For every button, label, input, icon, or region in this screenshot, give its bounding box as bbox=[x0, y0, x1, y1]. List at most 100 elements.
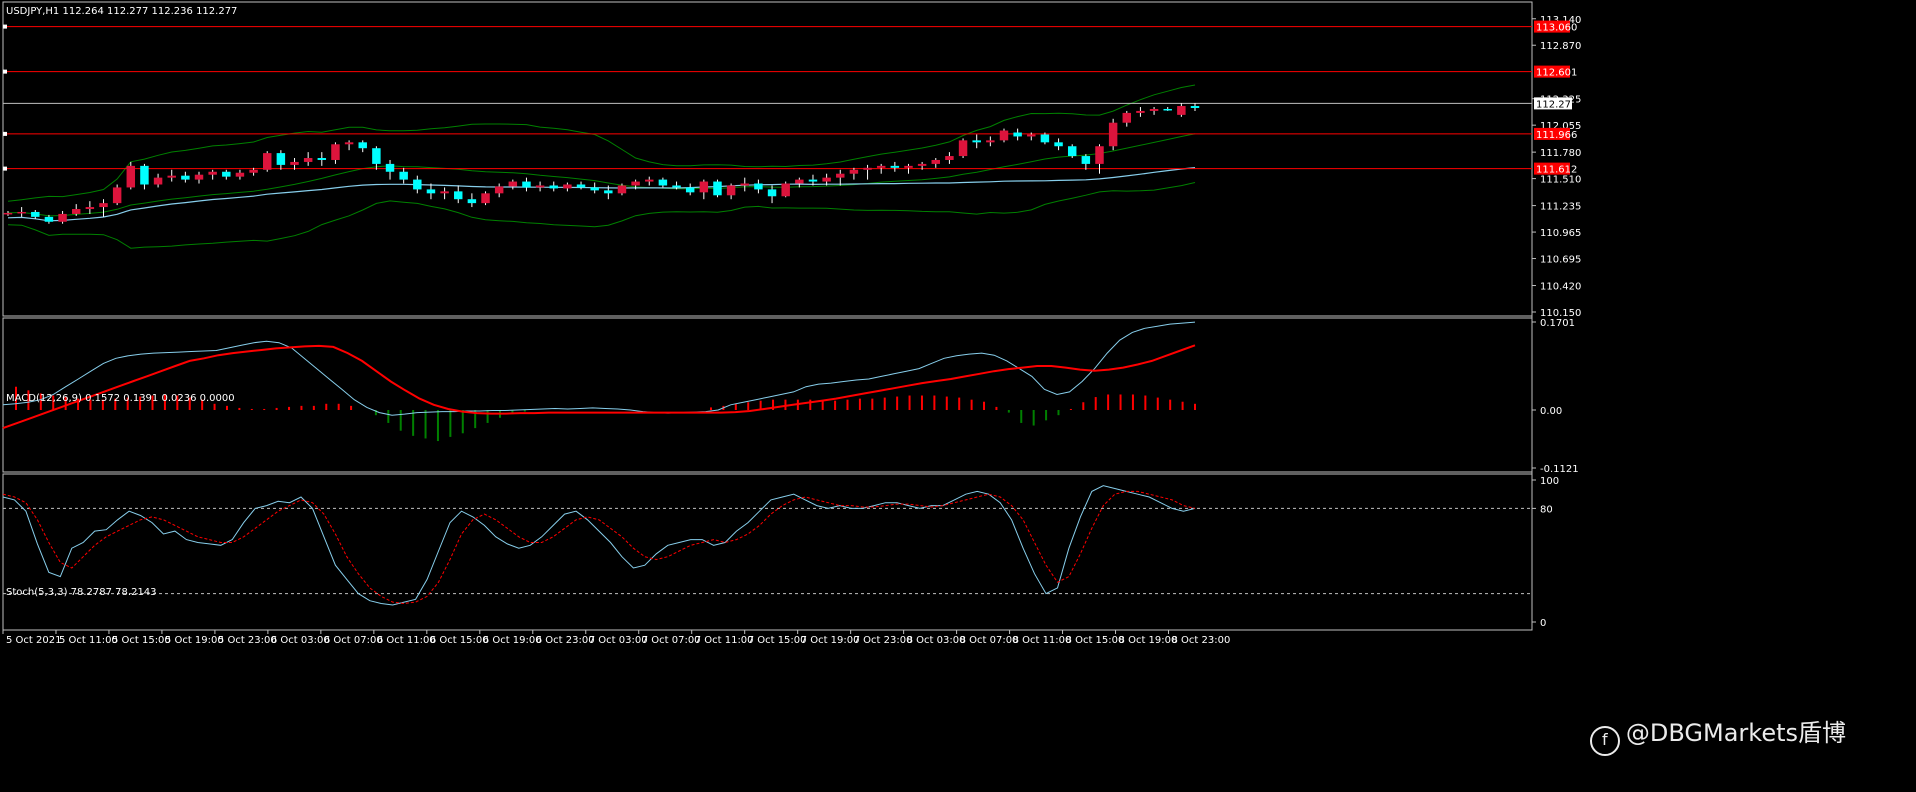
time-label: 5 Oct 23:00 bbox=[218, 635, 277, 646]
candle-body bbox=[1177, 106, 1186, 115]
candle-body bbox=[986, 140, 995, 143]
candle-body bbox=[317, 158, 327, 160]
candle-body bbox=[426, 189, 436, 194]
macd-tick-label: -0.1121 bbox=[1540, 464, 1579, 475]
bollinger-middle bbox=[7, 133, 1196, 217]
time-label: 7 Oct 15:00 bbox=[748, 635, 807, 646]
candle-body bbox=[904, 165, 913, 168]
watermark: f @DBGMarkets盾博 bbox=[1589, 713, 1846, 756]
level-marker bbox=[3, 24, 7, 29]
price-tick-label: 111.235 bbox=[1540, 202, 1581, 213]
candle-body bbox=[876, 165, 886, 168]
stoch-tick-label: 100 bbox=[1540, 476, 1559, 487]
candle-body bbox=[140, 165, 149, 185]
candle-body bbox=[99, 203, 108, 208]
time-label: 7 Oct 07:00 bbox=[642, 635, 701, 646]
candle-body bbox=[849, 169, 859, 174]
candle-body bbox=[931, 159, 940, 164]
candle-body bbox=[699, 181, 709, 193]
candle-body bbox=[658, 179, 668, 186]
candle-body bbox=[576, 184, 586, 188]
candle-body bbox=[112, 187, 122, 204]
candle-body bbox=[726, 185, 736, 196]
time-label: 6 Oct 23:00 bbox=[536, 635, 595, 646]
candle-body bbox=[1122, 112, 1132, 123]
macd-title: MACD(12,26,9) 0.1572 0.1391 0.0236 0.000… bbox=[6, 393, 235, 404]
candle-body bbox=[31, 211, 40, 217]
candle-body bbox=[17, 211, 26, 214]
time-label: 8 Oct 19:00 bbox=[1119, 635, 1178, 646]
candle-body bbox=[1136, 110, 1145, 113]
candle-body bbox=[549, 185, 558, 189]
candle-body bbox=[522, 181, 531, 188]
candle-body bbox=[508, 181, 518, 187]
candle-body bbox=[263, 153, 272, 170]
bollinger-lower bbox=[7, 182, 1196, 249]
candle-body bbox=[1067, 146, 1077, 157]
candle-body bbox=[1108, 122, 1118, 147]
candle-body bbox=[1149, 108, 1159, 111]
candle-body bbox=[1190, 106, 1200, 108]
candle-body bbox=[958, 140, 968, 157]
candle-body bbox=[290, 161, 299, 165]
stoch-k-line bbox=[2, 485, 1196, 606]
candle-body bbox=[494, 186, 504, 194]
level-label: 111.966 bbox=[1536, 130, 1577, 141]
candle-body bbox=[1163, 108, 1172, 111]
macd-tick-label: 0.1701 bbox=[1540, 318, 1575, 329]
candle-body bbox=[617, 185, 627, 194]
time-label: 8 Oct 15:00 bbox=[1066, 635, 1125, 646]
price-tick-label: 111.510 bbox=[1540, 175, 1581, 186]
candle-body bbox=[153, 177, 163, 185]
macd-panel[interactable]: 0.1701 0.00 -0.1121 bbox=[2, 318, 1579, 475]
candle-body bbox=[331, 144, 340, 160]
level-marker bbox=[3, 166, 7, 171]
price-tick-label: 112.870 bbox=[1540, 41, 1581, 52]
candle-body bbox=[235, 172, 245, 177]
time-label: 8 Oct 11:00 bbox=[1013, 635, 1072, 646]
panel-frame-2 bbox=[2, 473, 1533, 631]
time-label: 8 Oct 07:00 bbox=[960, 635, 1019, 646]
signal-line bbox=[2, 344, 1196, 430]
candle-body bbox=[535, 185, 545, 188]
candle-body bbox=[767, 189, 777, 197]
candle-body bbox=[631, 181, 640, 186]
candle-body bbox=[399, 171, 408, 180]
candle-body bbox=[126, 165, 136, 188]
candle-body bbox=[1081, 156, 1091, 164]
time-label: 5 Oct 19:00 bbox=[165, 635, 224, 646]
level-marker bbox=[3, 131, 7, 136]
candle-body bbox=[372, 148, 381, 164]
candle-body bbox=[890, 165, 900, 168]
price-tick-label: 110.420 bbox=[1540, 282, 1581, 293]
price-tick-label: 110.965 bbox=[1540, 228, 1581, 239]
logo-icon: f bbox=[1589, 726, 1620, 756]
candle-body bbox=[781, 183, 790, 197]
level-marker bbox=[3, 69, 7, 74]
trading-chart[interactable]: 113.140112.870112.325112.055111.780111.5… bbox=[0, 0, 1916, 792]
candle-body bbox=[58, 213, 67, 222]
candle-body bbox=[454, 191, 463, 200]
time-label: 6 Oct 19:00 bbox=[483, 635, 542, 646]
candle-body bbox=[645, 179, 654, 182]
time-label: 6 Oct 03:00 bbox=[271, 635, 330, 646]
time-label: 6 Oct 11:00 bbox=[377, 635, 436, 646]
candle-body bbox=[1040, 134, 1050, 143]
panel-frame-0 bbox=[2, 1, 1533, 317]
candle-body bbox=[1054, 142, 1063, 147]
time-label: 5 Oct 11:00 bbox=[59, 635, 118, 646]
time-label: 6 Oct 15:00 bbox=[430, 635, 489, 646]
level-label: 112.601 bbox=[1536, 68, 1577, 79]
candle-body bbox=[3, 212, 13, 215]
time-label: 5 Oct 2021 bbox=[6, 635, 61, 646]
price-panel[interactable]: 113.140112.870112.325112.055111.780111.5… bbox=[3, 15, 1581, 319]
candle-body bbox=[808, 179, 818, 182]
candle-body bbox=[972, 140, 981, 143]
level-label: 111.612 bbox=[1536, 165, 1577, 176]
watermark-text: @DBGMarkets盾博 bbox=[1625, 719, 1846, 747]
time-label: 7 Oct 19:00 bbox=[801, 635, 860, 646]
stoch-panel[interactable]: 100 80 0 bbox=[2, 476, 1559, 629]
stoch-tick-label: 80 bbox=[1540, 504, 1553, 515]
candle-body bbox=[1027, 134, 1036, 137]
price-tick-label: 111.780 bbox=[1540, 148, 1581, 159]
